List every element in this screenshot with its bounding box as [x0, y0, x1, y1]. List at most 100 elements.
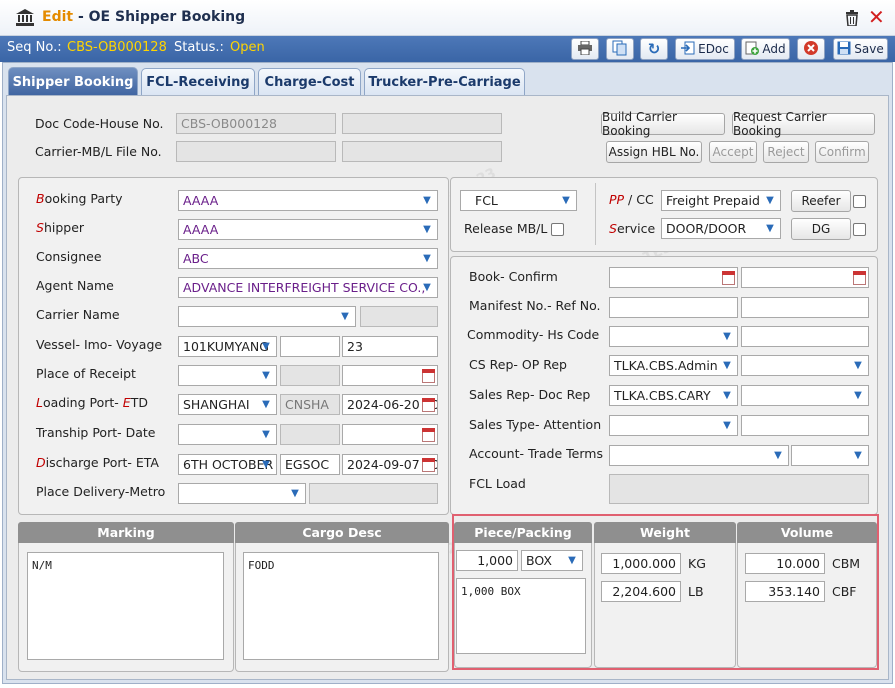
- tab-trucker-pre-carriage[interactable]: Trucker-Pre-Carriage: [364, 68, 525, 95]
- book-date-input[interactable]: [609, 267, 738, 288]
- chevron-down-icon: ▼: [723, 420, 731, 431]
- sales-type-select[interactable]: ▼: [609, 415, 738, 436]
- accept-button[interactable]: Accept: [709, 141, 757, 163]
- confirm-date-input[interactable]: [741, 267, 869, 288]
- place-receipt-select[interactable]: ▼: [178, 365, 277, 386]
- piece-unit-select[interactable]: BOX ▼: [521, 550, 583, 571]
- release-mbl-checkbox[interactable]: [551, 223, 564, 236]
- reefer-checkbox[interactable]: [853, 195, 866, 208]
- ppcc-select[interactable]: Freight Prepaid ▼: [661, 190, 781, 211]
- chevron-down-icon: ▼: [262, 399, 270, 410]
- tab-shipper-booking[interactable]: Shipper Booking: [8, 67, 138, 96]
- doc-rep-select[interactable]: ▼: [741, 385, 869, 406]
- weight-kg-input[interactable]: 1,000.000: [601, 553, 681, 574]
- tranship-date[interactable]: [342, 424, 438, 445]
- house-no-input[interactable]: [342, 113, 502, 134]
- chevron-down-icon: ▼: [423, 195, 431, 206]
- volume-cbm-input[interactable]: 10.000: [745, 553, 825, 574]
- cancel-button[interactable]: [797, 38, 825, 60]
- imo-input[interactable]: [280, 336, 340, 357]
- volume-cbf-input[interactable]: 353.140: [745, 581, 825, 602]
- add-button[interactable]: Add: [741, 38, 790, 60]
- close-icon[interactable]: ✕: [868, 7, 885, 27]
- chevron-down-icon: ▼: [766, 195, 774, 206]
- commodity-label: Commodity- Hs Code: [467, 327, 600, 342]
- calendar-icon: [853, 271, 866, 285]
- agent-name-select[interactable]: ADVANCE INTERFREIGHT SERVICE CO., ▼: [178, 277, 438, 298]
- dg-checkbox[interactable]: [853, 223, 866, 236]
- manifest-no-input[interactable]: [609, 297, 738, 318]
- op-rep-select[interactable]: ▼: [741, 355, 869, 376]
- place-delivery-select[interactable]: ▼: [178, 483, 306, 504]
- window-title: Edit - OE Shipper Booking: [42, 9, 245, 25]
- loading-port-select[interactable]: SHANGHAI ▼: [178, 394, 277, 415]
- etd-input[interactable]: 2024-06-20 00:00: [342, 394, 438, 415]
- booking-party-select[interactable]: AAAA ▼: [178, 190, 438, 211]
- sales-rep-label: Sales Rep- Doc Rep: [469, 387, 591, 402]
- consignee-select[interactable]: ABC ▼: [178, 248, 438, 269]
- chevron-down-icon: ▼: [723, 390, 731, 401]
- agent-name-label: Agent Name: [36, 278, 114, 293]
- load-type-select[interactable]: FCL ▼: [460, 190, 577, 211]
- chevron-down-icon: ▼: [423, 224, 431, 235]
- carrier-mbl-label: Carrier-MB/L File No.: [35, 144, 162, 159]
- place-receipt-code[interactable]: [280, 365, 340, 386]
- tranship-port-select[interactable]: ▼: [178, 424, 277, 445]
- shipper-select[interactable]: AAAA ▼: [178, 219, 438, 240]
- discharge-port-select[interactable]: 6TH OCTOBER ▼: [178, 454, 277, 475]
- discharge-port-code[interactable]: EGSOC: [280, 454, 340, 475]
- seq-label: Seq No.:: [7, 40, 62, 55]
- loading-port-label: Loading Port- ETD: [36, 395, 148, 410]
- place-receipt-date[interactable]: [342, 365, 438, 386]
- build-carrier-booking-button[interactable]: Build Carrier Booking: [601, 110, 725, 138]
- title-sep: -: [73, 9, 89, 25]
- confirm-button[interactable]: Confirm: [815, 141, 869, 163]
- chevron-down-icon: ▼: [262, 341, 270, 352]
- reefer-button[interactable]: Reefer: [791, 190, 851, 212]
- metro-input[interactable]: [309, 483, 438, 504]
- edoc-button[interactable]: EDoc: [675, 38, 735, 60]
- print-button[interactable]: [571, 38, 599, 60]
- marking-textarea[interactable]: N/M: [27, 552, 224, 660]
- loading-port-code[interactable]: CNSHA: [280, 394, 340, 415]
- refresh-button[interactable]: ↻: [640, 38, 668, 60]
- piece-textarea[interactable]: 1,000 BOX: [456, 578, 586, 654]
- request-carrier-booking-button[interactable]: Request Carrier Booking: [732, 110, 875, 138]
- trade-terms-select[interactable]: ▼: [791, 445, 869, 466]
- doc-code-input[interactable]: CBS-OB000128: [176, 113, 336, 134]
- cargo-desc-textarea[interactable]: FODD: [243, 552, 439, 660]
- booking-party-label: Booking Party: [36, 191, 123, 206]
- tranship-port-code[interactable]: [280, 424, 340, 445]
- voyage-input[interactable]: 23: [342, 336, 438, 357]
- save-button[interactable]: Save: [833, 38, 888, 60]
- eta-input[interactable]: 2024-09-07 00:00: [342, 454, 438, 475]
- piece-count-input[interactable]: 1,000: [456, 550, 518, 571]
- file-no-input[interactable]: [342, 141, 502, 162]
- carrier-name-select[interactable]: ▼: [178, 306, 356, 327]
- vessel-select[interactable]: 101KUMYANG ▼: [178, 336, 277, 357]
- cs-rep-select[interactable]: TLKA.CBS.Admin ▼: [609, 355, 738, 376]
- weight-lb-input[interactable]: 2,204.600: [601, 581, 681, 602]
- carrier-code-input[interactable]: [360, 306, 438, 327]
- hs-code-input[interactable]: [741, 326, 869, 347]
- trash-icon[interactable]: [845, 10, 859, 29]
- calendar-icon: [422, 369, 435, 383]
- fcl-load-input[interactable]: [609, 474, 869, 504]
- reject-button[interactable]: Reject: [763, 141, 809, 163]
- piece-header: Piece/Packing: [454, 522, 592, 543]
- sales-rep-select[interactable]: TLKA.CBS.CARY ▼: [609, 385, 738, 406]
- ref-no-input[interactable]: [741, 297, 869, 318]
- assign-hbl-button[interactable]: Assign HBL No.: [606, 141, 702, 163]
- tab-fcl-receiving[interactable]: FCL-Receiving: [141, 68, 255, 95]
- tab-charge-cost[interactable]: Charge-Cost: [258, 68, 361, 95]
- dg-button[interactable]: DG: [791, 218, 851, 240]
- add-icon: [745, 41, 760, 58]
- service-select[interactable]: DOOR/DOOR ▼: [661, 218, 781, 239]
- copy-button[interactable]: [606, 38, 634, 60]
- commodity-select[interactable]: ▼: [609, 326, 738, 347]
- document-icon: [681, 41, 695, 58]
- attention-input[interactable]: [741, 415, 869, 436]
- carrier-mbl-input[interactable]: [176, 141, 336, 162]
- chevron-down-icon: ▼: [854, 450, 862, 461]
- account-select[interactable]: ▼: [609, 445, 789, 466]
